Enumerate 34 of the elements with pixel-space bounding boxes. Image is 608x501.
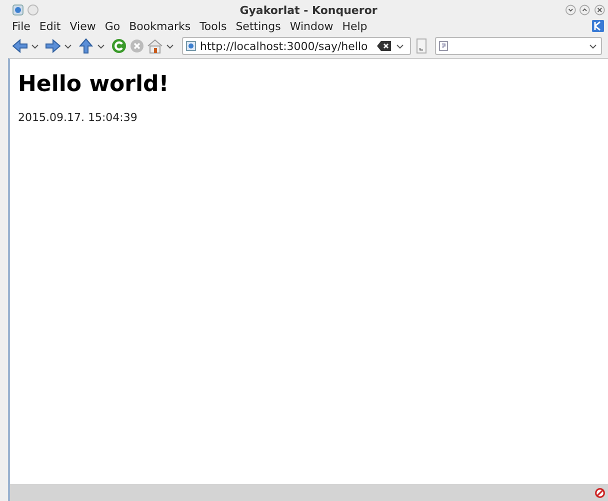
- menu-item[interactable]: File: [12, 20, 30, 32]
- window-title: Gyakorlat - Konqueror: [240, 4, 378, 16]
- reload-button[interactable]: [111, 38, 127, 54]
- menu-item[interactable]: Edit: [39, 20, 61, 32]
- forward-button[interactable]: [45, 38, 61, 54]
- timestamp-text: 2015.09.17. 15:04:39: [18, 111, 138, 124]
- kde-logo-icon: [592, 20, 604, 32]
- blocked-icon: [595, 488, 605, 498]
- menu-item[interactable]: Settings: [236, 20, 281, 32]
- dropdown-caret-icon[interactable]: [589, 42, 597, 50]
- page-icon: [186, 41, 196, 51]
- menu-item[interactable]: Help: [342, 20, 368, 32]
- maximize-button[interactable]: [579, 4, 591, 16]
- back-button[interactable]: [12, 38, 28, 54]
- search-field[interactable]: [435, 37, 602, 55]
- page-heading: Hello world!: [18, 72, 170, 97]
- menu-item[interactable]: Tools: [200, 20, 227, 32]
- address-field[interactable]: http://localhost:3000/say/hello: [182, 37, 411, 55]
- close-button[interactable]: [594, 4, 605, 16]
- menu-item[interactable]: Go: [104, 20, 120, 32]
- minimize-button[interactable]: [565, 4, 576, 16]
- dropdown-caret-icon[interactable]: [64, 42, 72, 50]
- home-button[interactable]: [147, 38, 163, 54]
- dropdown-caret-icon[interactable]: [166, 42, 174, 50]
- dropdown-caret-icon[interactable]: [396, 42, 404, 50]
- app-icon[interactable]: [12, 4, 24, 16]
- dropdown-caret-icon[interactable]: [97, 42, 105, 50]
- up-button[interactable]: [78, 38, 94, 54]
- menu-item[interactable]: View: [70, 20, 96, 32]
- menu-item[interactable]: Bookmarks: [129, 20, 191, 32]
- clear-icon[interactable]: [377, 41, 391, 51]
- search-provider-icon: [439, 41, 449, 51]
- dropdown-caret-icon[interactable]: [31, 42, 39, 50]
- menu-item[interactable]: Window: [290, 20, 334, 32]
